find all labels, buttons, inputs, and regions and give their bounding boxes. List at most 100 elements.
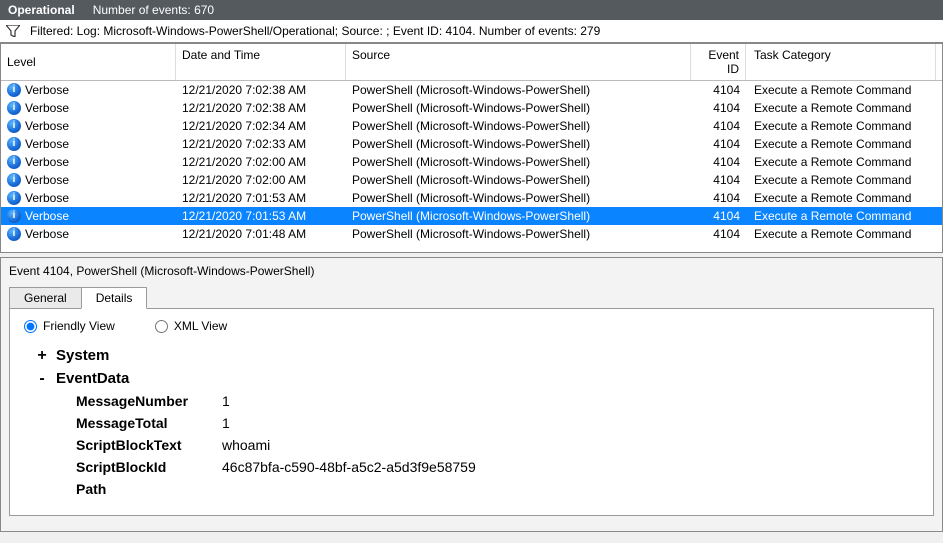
- tree-item-key: Path: [76, 481, 206, 497]
- column-level[interactable]: Level: [1, 44, 176, 80]
- cell-source: PowerShell (Microsoft-Windows-PowerShell…: [346, 225, 691, 243]
- tree-item: ScriptBlockTextwhoami: [36, 437, 919, 453]
- column-date[interactable]: Date and Time: [176, 44, 346, 80]
- tree-node-system[interactable]: + System: [36, 347, 919, 364]
- cell-event-id: 4104: [691, 171, 746, 189]
- radio-friendly-input[interactable]: [24, 320, 37, 333]
- column-source[interactable]: Source: [346, 44, 691, 80]
- cell-task: Execute a Remote Command: [746, 225, 936, 243]
- table-row[interactable]: i Verbose 12/21/2020 7:02:38 AMPowerShell …: [1, 99, 942, 117]
- tree-item-value: 1: [222, 393, 230, 409]
- cell-date: 12/21/2020 7:02:33 AM: [176, 135, 346, 153]
- cell-level-text: Verbose: [25, 137, 69, 151]
- cell-task: Execute a Remote Command: [746, 189, 936, 207]
- cell-event-id: 4104: [691, 207, 746, 225]
- cell-date: 12/21/2020 7:02:38 AM: [176, 81, 346, 99]
- cell-date: 12/21/2020 7:02:00 AM: [176, 171, 346, 189]
- collapse-icon[interactable]: -: [36, 371, 48, 387]
- cell-level: i Verbose: [1, 81, 176, 99]
- cell-source: PowerShell (Microsoft-Windows-PowerShell…: [346, 189, 691, 207]
- cell-date: 12/21/2020 7:01:53 AM: [176, 207, 346, 225]
- cell-level-text: Verbose: [25, 227, 69, 241]
- cell-level-text: Verbose: [25, 119, 69, 133]
- cell-level: i Verbose: [1, 135, 176, 153]
- tree-item-value: 1: [222, 415, 230, 431]
- cell-source: PowerShell (Microsoft-Windows-PowerShell…: [346, 171, 691, 189]
- info-icon: i: [7, 191, 21, 205]
- table-row[interactable]: i Verbose 12/21/2020 7:02:00 AMPowerShell …: [1, 171, 942, 189]
- cell-source: PowerShell (Microsoft-Windows-PowerShell…: [346, 135, 691, 153]
- tree-item: MessageNumber 1: [36, 393, 919, 409]
- radio-xml-label: XML View: [174, 319, 227, 333]
- cell-level: i Verbose: [1, 99, 176, 117]
- filter-icon[interactable]: [6, 25, 20, 37]
- column-task-category[interactable]: Task Category: [746, 44, 936, 80]
- radio-xml-input[interactable]: [155, 320, 168, 333]
- cell-event-id: 4104: [691, 153, 746, 171]
- info-icon: i: [7, 83, 21, 97]
- titlebar-operational: Operational: [8, 3, 75, 17]
- cell-task: Execute a Remote Command: [746, 99, 936, 117]
- detail-heading: Event 4104, PowerShell (Microsoft-Window…: [1, 258, 942, 278]
- table-row[interactable]: iVerbose12/21/2020 7:02:00 AMPowerShell …: [1, 153, 942, 171]
- tree-item: MessageTotal 1: [36, 415, 919, 431]
- tree-system-label: System: [56, 347, 109, 364]
- detail-pane: Event 4104, PowerShell (Microsoft-Window…: [0, 257, 943, 532]
- cell-level: iVerbose: [1, 117, 176, 135]
- tree-item-key: MessageTotal: [76, 415, 206, 431]
- event-list: Level Date and Time Source Event ID Task…: [0, 43, 943, 253]
- event-tree: + System - EventData MessageNumber1Messa…: [24, 347, 919, 497]
- cell-source: PowerShell (Microsoft-Windows-PowerShell…: [346, 153, 691, 171]
- radio-friendly-label: Friendly View: [43, 319, 115, 333]
- view-radios: Friendly View XML View: [24, 319, 919, 333]
- cell-task: Execute a Remote Command: [746, 117, 936, 135]
- info-icon: i: [7, 227, 21, 241]
- info-icon: i: [7, 173, 21, 187]
- cell-level-text: Verbose: [25, 191, 69, 205]
- cell-source: PowerShell (Microsoft-Windows-PowerShell…: [346, 207, 691, 225]
- cell-level: iVerbose: [1, 153, 176, 171]
- info-icon: i: [7, 137, 21, 151]
- cell-date: 12/21/2020 7:02:38 AM: [176, 99, 346, 117]
- cell-level: i Verbose: [1, 171, 176, 189]
- cell-task: Execute a Remote Command: [746, 207, 936, 225]
- cell-level-text: Verbose: [25, 101, 69, 115]
- cell-date: 12/21/2020 7:02:34 AM: [176, 117, 346, 135]
- cell-source: PowerShell (Microsoft-Windows-PowerShell…: [346, 99, 691, 117]
- cell-level-text: Verbose: [25, 83, 69, 97]
- table-row[interactable]: iVerbose12/21/2020 7:02:34 AMPowerShell …: [1, 117, 942, 135]
- column-headers: Level Date and Time Source Event ID Task…: [1, 44, 942, 81]
- table-row[interactable]: iVerbose12/21/2020 7:01:53 AMPowerShell …: [1, 207, 942, 225]
- cell-event-id: 4104: [691, 117, 746, 135]
- radio-xml-view[interactable]: XML View: [155, 319, 227, 333]
- table-row[interactable]: iVerbose12/21/2020 7:01:48 AMPowerShell …: [1, 225, 942, 243]
- cell-event-id: 4104: [691, 225, 746, 243]
- table-row[interactable]: i Verbose 12/21/2020 7:02:38 AMPowerShell …: [1, 81, 942, 99]
- tree-node-eventdata[interactable]: - EventData: [36, 370, 919, 387]
- filter-bar: Filtered: Log: Microsoft-Windows-PowerSh…: [0, 20, 943, 43]
- tab-general[interactable]: General: [9, 287, 82, 309]
- cell-event-id: 4104: [691, 99, 746, 117]
- expand-icon[interactable]: +: [36, 348, 48, 364]
- tree-item-key: ScriptBlockText: [76, 437, 206, 453]
- radio-friendly-view[interactable]: Friendly View: [24, 319, 115, 333]
- tab-body: Friendly View XML View + System - EventD…: [9, 308, 934, 516]
- titlebar: Operational Number of events: 670: [0, 0, 943, 20]
- cell-level: i Verbose: [1, 189, 176, 207]
- cell-level: iVerbose: [1, 207, 176, 225]
- column-event-id[interactable]: Event ID: [691, 44, 746, 80]
- table-row[interactable]: i Verbose 12/21/2020 7:02:33 AMPowerShell …: [1, 135, 942, 153]
- cell-task: Execute a Remote Command: [746, 135, 936, 153]
- tree-item-key: MessageNumber: [76, 393, 206, 409]
- cell-level-text: Verbose: [25, 173, 69, 187]
- cell-source: PowerShell (Microsoft-Windows-PowerShell…: [346, 81, 691, 99]
- cell-level: i Verbose: [1, 225, 176, 243]
- tree-item-key: ScriptBlockId: [76, 459, 206, 475]
- info-icon: i: [7, 101, 21, 115]
- detail-tabs: General Details: [9, 286, 934, 308]
- tree-item: ScriptBlockId46c87bfa-c590-48bf-a5c2-a5d…: [36, 459, 919, 475]
- info-icon: i: [7, 209, 21, 223]
- cell-event-id: 4104: [691, 81, 746, 99]
- table-row[interactable]: iVerbose12/21/2020 7:01:53 AMPowerShell …: [1, 189, 942, 207]
- tab-details[interactable]: Details: [81, 287, 148, 309]
